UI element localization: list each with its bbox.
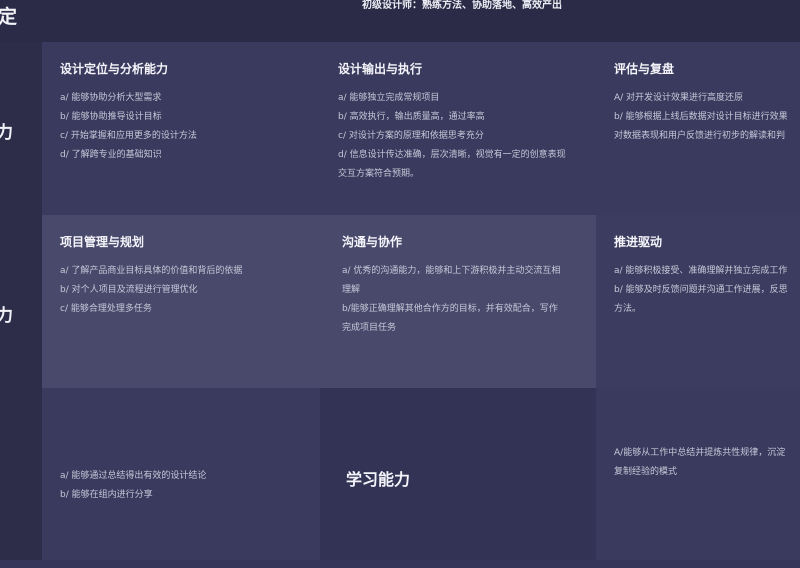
list-item: A/能够从工作中总结并提炼共性规律，沉淀 <box>614 448 786 458</box>
list-item: A/ 对开发设计效果进行高度还原 <box>614 93 744 103</box>
list-item: a/ 能够独立完成常规项目 <box>338 93 440 103</box>
list-item: 理解 <box>342 285 361 295</box>
header-bar: 定 初级设计师：熟练方法、协助落地、高效产出 <box>0 0 800 42</box>
list-item: b/ 能够根据上线后数据对设计目标进行效果 <box>614 112 788 122</box>
cell-communication: 沟通与协作 a/ 优秀的沟通能力，能够和上下游积极并主动交流互相 理解 b/能够… <box>320 215 596 388</box>
list-item: b/ 能够在组内进行分享 <box>60 490 153 500</box>
list-item: d/ 信息设计传达准确，层次清晰，视觉有一定的创意表现 <box>338 150 566 160</box>
cell-evaluation: 评估与复盘 A/ 对开发设计效果进行高度还原 b/ 能够根据上线后数据对设计目标… <box>596 42 800 215</box>
list-item: 方法。 <box>614 304 642 314</box>
row1-label: 力 <box>0 123 13 143</box>
header-subtitle: 初级设计师：熟练方法、协助落地、高效产出 <box>362 0 562 11</box>
cell-title: 沟通与协作 <box>342 235 403 249</box>
learning-title: 学习能力 <box>346 470 411 489</box>
list-item: c/ 开始掌握和应用更多的设计方法 <box>60 131 197 141</box>
list-item: b/ 对个人项目及流程进行管理优化 <box>60 285 198 295</box>
row2-label: 力 <box>0 306 13 326</box>
list-item: a/ 能够通过总结得出有效的设计结论 <box>60 471 207 481</box>
cell-experience: A/能够从工作中总结并提炼共性规律，沉淀 复制经验的模式 <box>596 388 800 560</box>
list-item: 复制经验的模式 <box>614 467 678 477</box>
list-item: c/ 能够合理处理多任务 <box>60 304 152 314</box>
cell-title: 设计定位与分析能力 <box>60 62 169 76</box>
cell-title: 设计输出与执行 <box>338 62 423 76</box>
row3-label-cell <box>0 388 42 560</box>
header-left-label: 定 <box>0 6 18 28</box>
cell-drive: 推进驱动 a/ 能够积极接受、准确理解并独立完成工作 b/ 能够及时反馈问题并沟… <box>596 215 800 388</box>
list-item: a/ 能够协助分析大型需求 <box>60 93 162 103</box>
list-item: 完成项目任务 <box>342 323 397 333</box>
list-item: a/ 了解产品商业目标具体的价值和背后的依据 <box>60 266 243 276</box>
cell-title: 评估与复盘 <box>614 62 675 76</box>
cell-design-analysis: 设计定位与分析能力 a/ 能够协助分析大型需求 b/ 能够协助推导设计目标 c/… <box>42 42 320 215</box>
list-item: b/能够正确理解其他合作方的目标，并有效配合，写作 <box>342 304 558 314</box>
list-item: b/ 能够协助推导设计目标 <box>60 112 162 122</box>
row2-label-cell: 力 <box>0 215 42 388</box>
cell-title: 项目管理与规划 <box>60 235 145 249</box>
list-item: 对数据表现和用户反馈进行初步的解读和判 <box>614 131 786 141</box>
cell-design-output: 设计输出与执行 a/ 能够独立完成常规项目 b/ 高效执行，输出质量高，通过率高… <box>320 42 596 215</box>
list-item: b/ 能够及时反馈问题并沟通工作进展，反思 <box>614 285 788 295</box>
list-item: d/ 了解跨专业的基础知识 <box>60 150 162 160</box>
cell-summary-sharing: a/ 能够通过总结得出有效的设计结论 b/ 能够在组内进行分享 <box>42 388 320 560</box>
list-item: a/ 能够积极接受、准确理解并独立完成工作 <box>614 266 788 276</box>
cell-project-management: 项目管理与规划 a/ 了解产品商业目标具体的价值和背后的依据 b/ 对个人项目及… <box>42 215 320 388</box>
list-item: b/ 高效执行，输出质量高，通过率高 <box>338 112 485 122</box>
cell-title: 推进驱动 <box>614 235 663 249</box>
cell-learning-title: 学习能力 <box>320 388 596 560</box>
list-item: a/ 优秀的沟通能力，能够和上下游积极并主动交流互相 <box>342 266 561 276</box>
list-item: c/ 对设计方案的原理和依据思考充分 <box>338 131 484 141</box>
list-item: 交互方案符合预期。 <box>338 169 420 179</box>
row1-label-cell: 力 <box>0 42 42 215</box>
bottom-strip <box>0 560 800 568</box>
